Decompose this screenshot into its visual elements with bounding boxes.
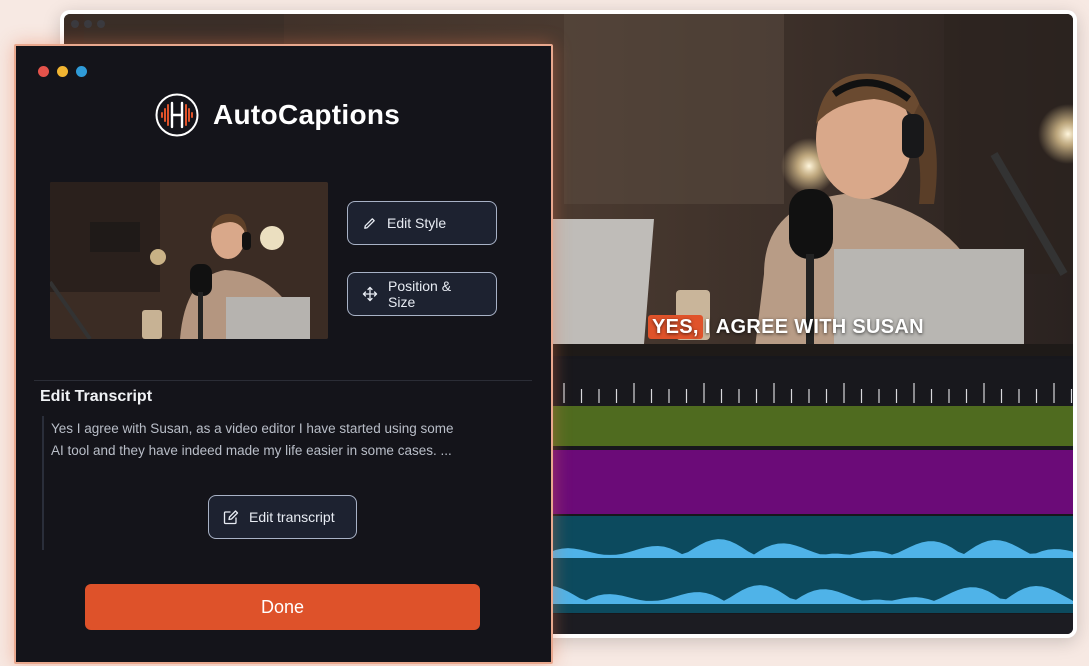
edit-style-label: Edit Style [387, 215, 447, 231]
editor-dot [84, 20, 92, 28]
caption-text: I AGREE WITH SUSAN [704, 316, 924, 338]
autocaptions-logo-icon [155, 93, 199, 137]
edit-transcript-button[interactable]: Edit transcript [208, 495, 357, 539]
close-dot[interactable] [38, 66, 49, 77]
edit-transcript-heading: Edit Transcript [40, 388, 153, 405]
transcript-border [42, 416, 44, 550]
move-arrows-icon [362, 286, 378, 302]
caption-overlay: YES, I AGREE WITH SUSAN [648, 315, 924, 339]
edit-transcript-label: Edit transcript [249, 509, 335, 525]
video-thumbnail [50, 182, 328, 339]
editor-window-controls [71, 20, 105, 28]
zoom-dot[interactable] [76, 66, 87, 77]
app-title: AutoCaptions [213, 99, 401, 130]
editor-dot [71, 20, 79, 28]
editor-dot [97, 20, 105, 28]
transcript-line: AI tool and they have indeed made my lif… [51, 443, 452, 458]
pencil-icon [364, 217, 375, 229]
minimize-dot[interactable] [57, 66, 68, 77]
done-button[interactable]: Done [85, 584, 480, 630]
position-size-button[interactable]: Position & Size [347, 272, 497, 316]
edit-style-button[interactable]: Edit Style [347, 201, 497, 245]
caption-highlight-word: YES, [648, 315, 703, 339]
transcript-text: Yes I agree with Susan, as a video edito… [51, 418, 481, 462]
window-controls [38, 66, 87, 77]
section-divider [34, 380, 532, 381]
app-header: AutoCaptions [155, 93, 400, 137]
autocaptions-window: AutoCaptions Edit Style Position & Size … [14, 44, 553, 664]
edit-square-icon [223, 510, 239, 525]
transcript-line: Yes I agree with Susan, as a video edito… [51, 421, 454, 436]
position-size-label: Position & Size [388, 278, 452, 310]
